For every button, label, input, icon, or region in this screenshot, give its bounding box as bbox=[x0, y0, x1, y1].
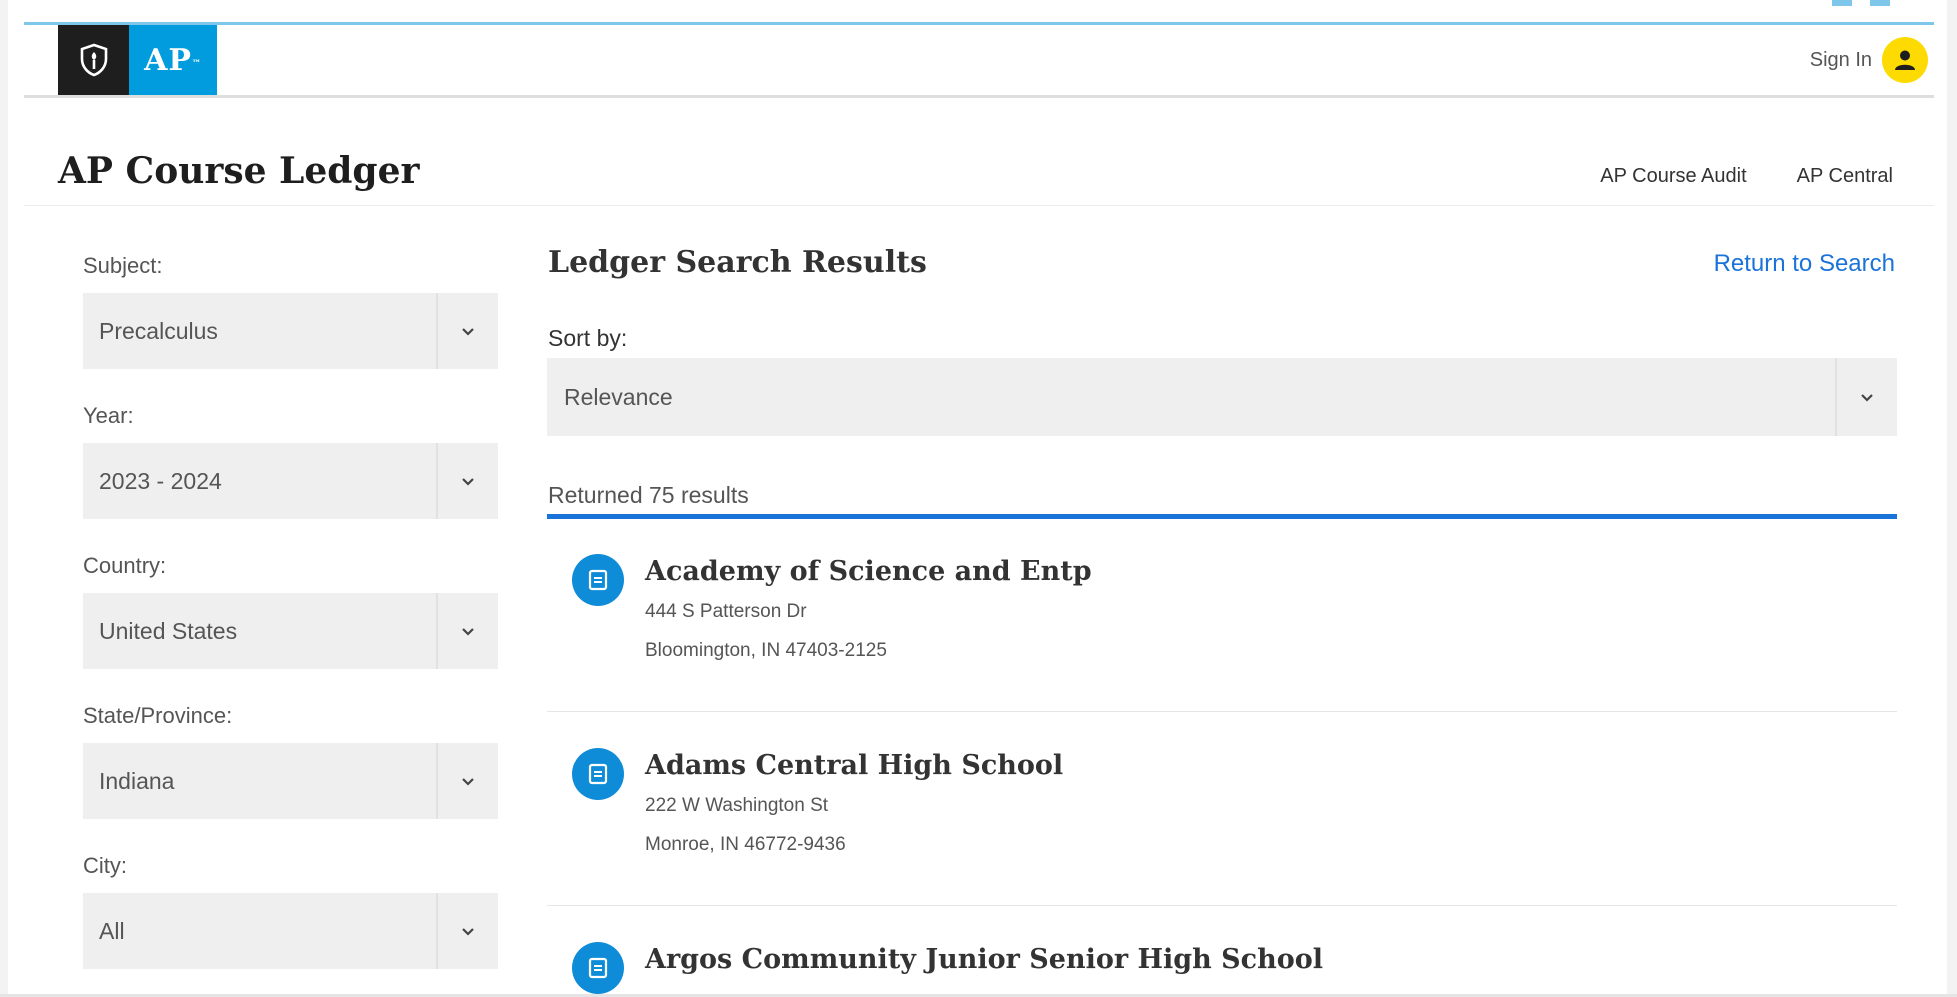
ap-course-audit-link[interactable]: AP Course Audit bbox=[1600, 165, 1746, 188]
year-select[interactable]: 2023 - 2024 bbox=[83, 443, 498, 519]
ap-logo[interactable]: AP ™ bbox=[129, 25, 217, 95]
select-separator bbox=[436, 443, 438, 519]
state-select[interactable]: Indiana bbox=[83, 743, 498, 819]
chevron-down-icon bbox=[456, 893, 480, 969]
select-separator bbox=[1835, 358, 1837, 436]
sort-select[interactable]: Relevance bbox=[547, 358, 1897, 436]
result-item[interactable]: Argos Community Junior Senior High Schoo… bbox=[547, 907, 1897, 997]
sign-in-link[interactable]: Sign In bbox=[1810, 25, 1872, 95]
shield-torch-icon bbox=[80, 43, 107, 77]
corner-mark bbox=[1832, 0, 1852, 6]
state-value: Indiana bbox=[99, 767, 175, 794]
result-address-line2: Bloomington, IN 47403-2125 bbox=[645, 640, 887, 661]
result-item[interactable]: Academy of Science and Entp 444 S Patter… bbox=[547, 519, 1897, 712]
document-icon bbox=[572, 748, 624, 800]
ap-central-link[interactable]: AP Central bbox=[1797, 165, 1893, 188]
user-icon bbox=[1895, 50, 1915, 70]
chevron-down-icon bbox=[1855, 358, 1879, 436]
window-frame-right bbox=[1947, 0, 1957, 997]
result-address-line1: 444 S Patterson Dr bbox=[645, 601, 807, 622]
city-label: City: bbox=[83, 853, 127, 878]
page-title: AP Course Ledger bbox=[58, 150, 420, 192]
result-divider bbox=[547, 905, 1897, 906]
year-value: 2023 - 2024 bbox=[99, 467, 222, 494]
result-divider bbox=[547, 711, 1897, 712]
subject-label: Subject: bbox=[83, 253, 163, 278]
chevron-down-icon bbox=[456, 443, 480, 519]
document-icon bbox=[572, 554, 624, 606]
country-value: United States bbox=[99, 617, 238, 644]
city-value: All bbox=[99, 917, 125, 944]
select-separator bbox=[436, 293, 438, 369]
chevron-down-icon bbox=[456, 743, 480, 819]
chevron-down-icon bbox=[456, 593, 480, 669]
results-title: Ledger Search Results bbox=[548, 245, 927, 280]
subject-value: Precalculus bbox=[99, 317, 218, 344]
title-divider bbox=[24, 205, 1934, 206]
state-label: State/Province: bbox=[83, 703, 233, 728]
account-avatar[interactable] bbox=[1882, 37, 1928, 83]
country-select[interactable]: United States bbox=[83, 593, 498, 669]
results-count: Returned 75 results bbox=[548, 482, 749, 508]
corner-mark bbox=[1870, 0, 1890, 6]
header-divider bbox=[24, 95, 1934, 98]
document-icon bbox=[572, 942, 624, 994]
result-address-line1: 222 W Washington St bbox=[645, 795, 829, 816]
result-item[interactable]: Adams Central High School 222 W Washingt… bbox=[547, 713, 1897, 906]
select-separator bbox=[436, 593, 438, 669]
result-name[interactable]: Academy of Science and Entp bbox=[645, 556, 1092, 587]
result-name[interactable]: Argos Community Junior Senior High Schoo… bbox=[645, 944, 1323, 975]
select-separator bbox=[436, 743, 438, 819]
ap-logo-text: AP bbox=[144, 42, 192, 78]
title-nav: AP Course Audit AP Central bbox=[1600, 165, 1893, 188]
country-label: Country: bbox=[83, 553, 167, 578]
result-name[interactable]: Adams Central High School bbox=[645, 750, 1063, 781]
subject-select[interactable]: Precalculus bbox=[83, 293, 498, 369]
window-frame-left bbox=[0, 0, 8, 997]
chevron-down-icon bbox=[456, 293, 480, 369]
site-header: AP ™ Sign In bbox=[24, 25, 1934, 95]
sort-label: Sort by: bbox=[548, 325, 628, 351]
city-select[interactable]: All bbox=[83, 893, 498, 969]
result-address-line2: Monroe, IN 46772-9436 bbox=[645, 834, 846, 855]
college-board-logo[interactable] bbox=[58, 25, 129, 95]
return-to-search-link[interactable]: Return to Search bbox=[1714, 250, 1895, 278]
select-separator bbox=[436, 893, 438, 969]
sort-value: Relevance bbox=[564, 383, 673, 410]
year-label: Year: bbox=[83, 403, 134, 428]
